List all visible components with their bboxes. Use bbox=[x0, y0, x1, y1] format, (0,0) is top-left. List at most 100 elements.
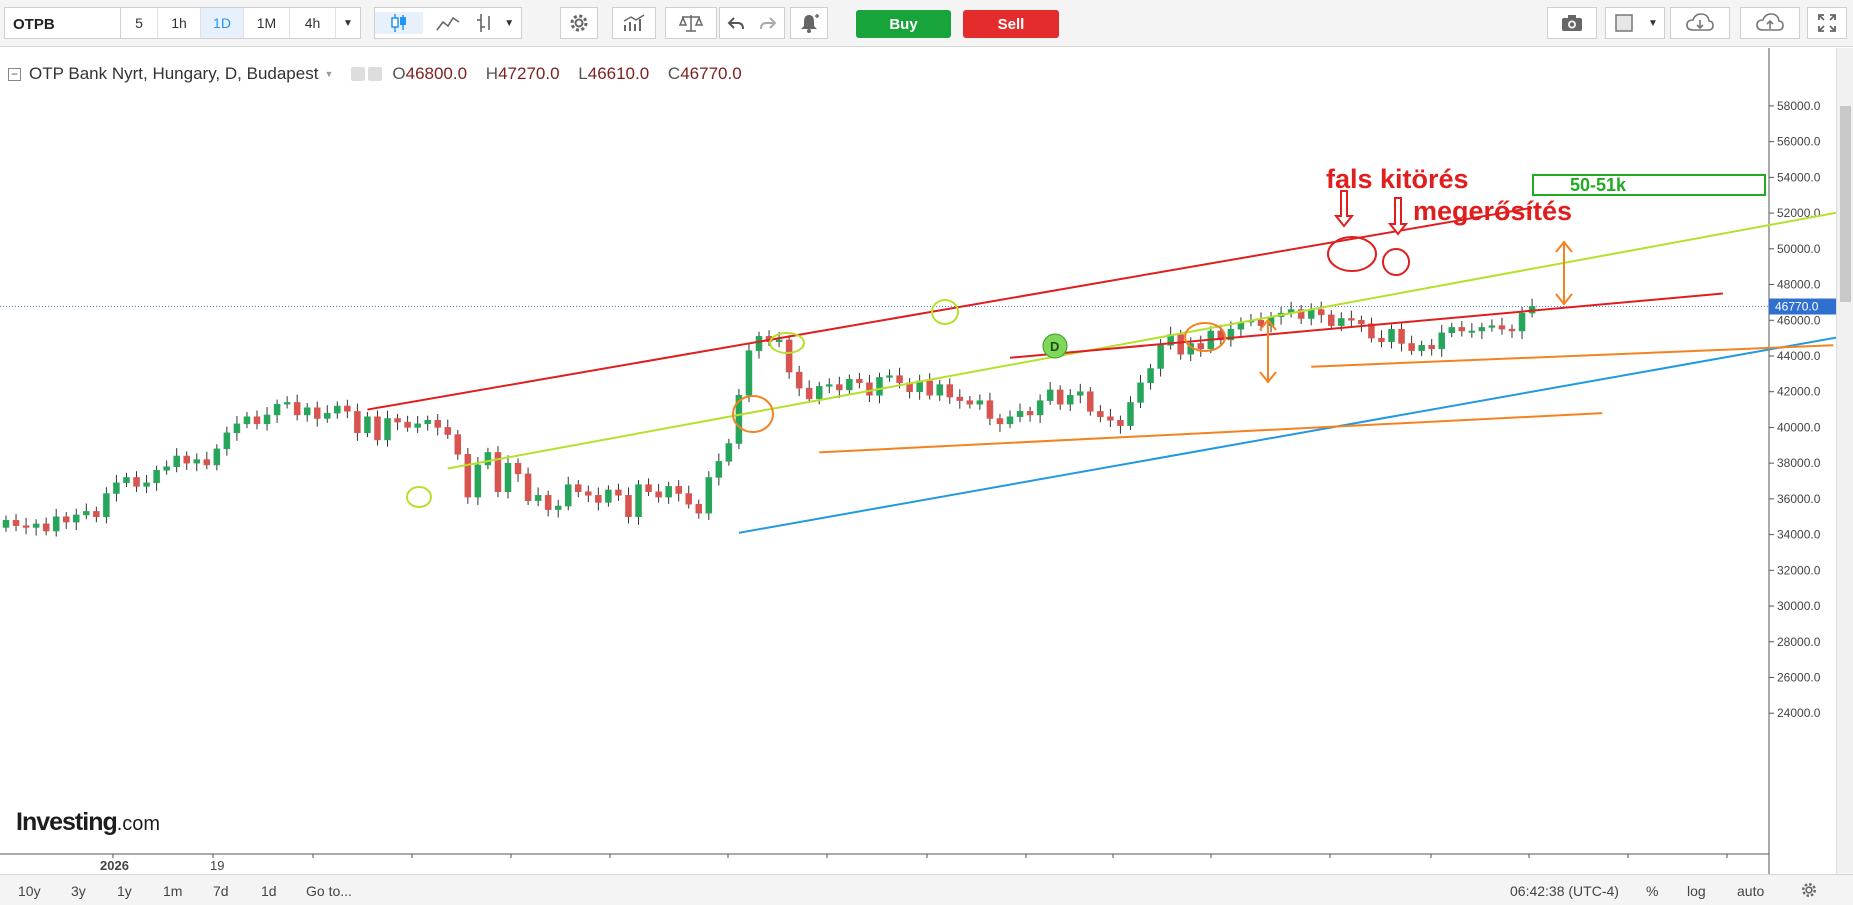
sell-button[interactable]: Sell bbox=[963, 10, 1059, 38]
candle-body bbox=[1317, 309, 1325, 316]
chart-area[interactable]: 58000.0 56000.0 54000.0 52000.0 50000.0 48000… bbox=[0, 48, 1853, 874]
candle-body bbox=[956, 396, 964, 401]
candle-body bbox=[996, 418, 1004, 425]
low-value: 46610.0 bbox=[587, 64, 650, 83]
price-tick-label: 24000.0 bbox=[1777, 706, 1821, 720]
auto-toggle[interactable]: auto bbox=[1737, 883, 1764, 899]
candle-body bbox=[193, 459, 201, 464]
chart-style-dropdown-icon[interactable]: ▼ bbox=[497, 18, 521, 29]
range-7d[interactable]: 7d bbox=[213, 883, 229, 899]
buy-button[interactable]: Buy bbox=[856, 10, 951, 38]
undo-icon[interactable] bbox=[720, 15, 752, 31]
color-square-icon[interactable] bbox=[1606, 13, 1642, 33]
candle-body bbox=[534, 495, 542, 501]
color-picker-group: ▼ bbox=[1605, 7, 1665, 39]
color-dropdown-icon[interactable]: ▼ bbox=[1642, 18, 1664, 29]
candle-body bbox=[1518, 312, 1526, 332]
candle-body bbox=[1418, 345, 1425, 351]
candle-body bbox=[1478, 327, 1486, 332]
price-chart[interactable]: 58000.0 56000.0 54000.0 52000.0 50000.0 48000… bbox=[0, 48, 1853, 874]
candle-body bbox=[374, 416, 381, 441]
line-chart-icon[interactable] bbox=[423, 13, 471, 33]
last-price-label: 46770.0 bbox=[1775, 300, 1819, 314]
candle-body bbox=[384, 418, 391, 441]
percent-toggle[interactable]: % bbox=[1646, 883, 1658, 899]
candle-body bbox=[826, 384, 833, 387]
marker-ellipse bbox=[406, 486, 432, 508]
undo-redo-group bbox=[719, 7, 785, 39]
candle-body bbox=[464, 453, 472, 498]
candle-body bbox=[755, 336, 763, 351]
settings-icon[interactable] bbox=[368, 67, 383, 81]
candle-body bbox=[103, 493, 110, 517]
candle-body bbox=[685, 493, 692, 505]
candle-body bbox=[695, 503, 703, 514]
range-10y[interactable]: 10y bbox=[18, 883, 41, 899]
candle-body bbox=[836, 384, 843, 391]
candles-icon[interactable] bbox=[375, 12, 424, 34]
logo-brand: Investing bbox=[16, 808, 118, 836]
price-tick-label: 50000.0 bbox=[1777, 242, 1821, 256]
candle-body bbox=[253, 416, 261, 425]
scrollbar-thumb[interactable] bbox=[1840, 106, 1851, 302]
timeframe-1m[interactable]: 1M bbox=[244, 8, 290, 38]
down-arrow bbox=[1333, 190, 1355, 228]
candle-body bbox=[334, 405, 341, 414]
legend-dropdown-icon[interactable]: ▼ bbox=[324, 69, 333, 79]
settings-gear-icon[interactable] bbox=[1800, 881, 1818, 902]
price-tick-label: 44000.0 bbox=[1777, 349, 1821, 363]
redo-icon[interactable] bbox=[752, 15, 784, 31]
cloud-download-icon[interactable] bbox=[1670, 7, 1730, 39]
candle-body bbox=[936, 384, 943, 396]
legend-tools bbox=[351, 67, 383, 81]
candle-body bbox=[73, 514, 80, 523]
candle-body bbox=[283, 402, 291, 405]
candle-body bbox=[775, 339, 783, 342]
alert-icon[interactable] bbox=[790, 7, 828, 39]
cloud-upload-icon[interactable] bbox=[1740, 7, 1800, 39]
price-tick-label: 28000.0 bbox=[1777, 635, 1821, 649]
candle-body bbox=[1087, 391, 1094, 412]
candle-body bbox=[354, 411, 361, 434]
vertical-scrollbar[interactable] bbox=[1836, 48, 1853, 874]
camera-icon[interactable] bbox=[1547, 7, 1597, 39]
candle-body bbox=[946, 384, 954, 398]
bars-icon[interactable] bbox=[472, 12, 498, 34]
gear-icon[interactable] bbox=[560, 7, 598, 39]
compare-icon[interactable] bbox=[665, 7, 717, 39]
eye-icon[interactable] bbox=[351, 67, 366, 81]
candle-body bbox=[1438, 332, 1445, 350]
log-toggle[interactable]: log bbox=[1687, 883, 1706, 899]
candle-body bbox=[1307, 309, 1315, 319]
legend-title[interactable]: OTP Bank Nyrt, Hungary, D, Budapest bbox=[29, 64, 318, 84]
candle-body bbox=[1197, 343, 1205, 350]
candle-body bbox=[1157, 345, 1164, 369]
legend-collapse-icon[interactable]: − bbox=[8, 67, 21, 81]
timeframe-4h[interactable]: 4h bbox=[290, 8, 336, 38]
candle-body bbox=[52, 516, 60, 532]
chart-style-group: ▼ bbox=[374, 7, 522, 39]
indicators-icon[interactable] bbox=[612, 7, 656, 39]
candle-body bbox=[394, 418, 401, 423]
price-tick-label: 58000.0 bbox=[1777, 99, 1821, 113]
range-1m[interactable]: 1m bbox=[163, 883, 182, 899]
candle-body bbox=[474, 464, 482, 498]
timeframe-5[interactable]: 5 bbox=[121, 8, 158, 38]
fullscreen-icon[interactable] bbox=[1807, 7, 1847, 39]
candle-body bbox=[12, 520, 20, 526]
candle-body bbox=[203, 459, 211, 466]
range-1y[interactable]: 1y bbox=[117, 883, 132, 899]
goto-button[interactable]: Go to... bbox=[306, 883, 352, 899]
timeframe-1h[interactable]: 1h bbox=[158, 8, 201, 38]
candle-body bbox=[364, 416, 371, 434]
timeframe-1d[interactable]: 1D bbox=[201, 8, 244, 38]
timeframe-dropdown-icon[interactable]: ▼ bbox=[336, 8, 360, 38]
candle-body bbox=[635, 484, 642, 517]
candle-body bbox=[705, 477, 713, 514]
investing-logo: Investing.com bbox=[16, 808, 160, 837]
range-1d[interactable]: 1d bbox=[261, 883, 277, 899]
range-3y[interactable]: 3y bbox=[71, 883, 86, 899]
candle-body bbox=[113, 482, 120, 494]
candle-body bbox=[1448, 327, 1456, 334]
candle-body bbox=[404, 421, 411, 428]
